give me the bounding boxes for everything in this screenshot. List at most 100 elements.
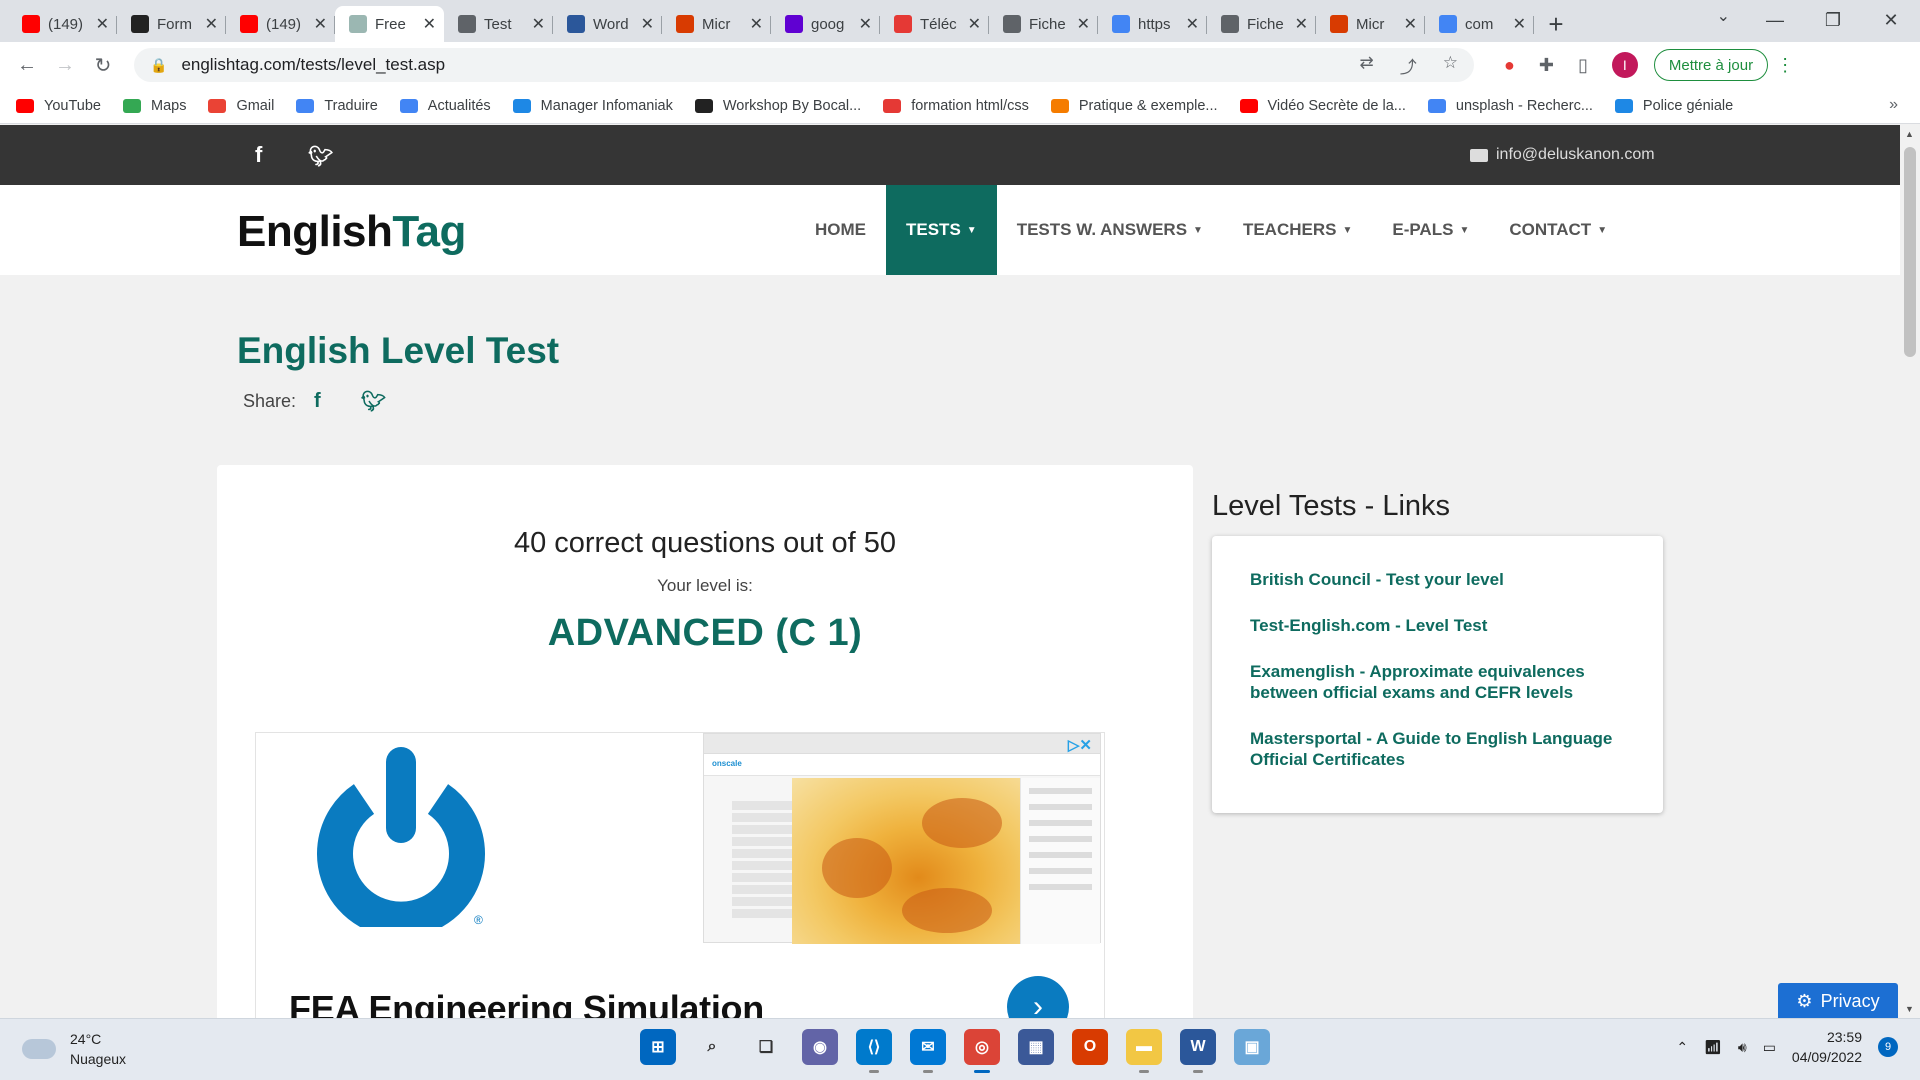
close-tab-icon[interactable]: ✕ (641, 14, 654, 34)
lock-icon[interactable]: 🔒 (150, 57, 167, 74)
close-tab-icon[interactable]: ✕ (532, 14, 545, 34)
facebook-icon[interactable]: f (255, 142, 262, 168)
extensions-puzzle-icon[interactable]: ✚ (1539, 55, 1554, 76)
update-browser-button[interactable]: Mettre à jour (1653, 49, 1769, 81)
bookmark-item[interactable]: Manager Infomaniak (512, 98, 673, 114)
browser-tab[interactable]: Word ✕ (553, 6, 662, 42)
task-view-icon[interactable]: ❏ (748, 1029, 784, 1065)
nav-item-tests[interactable]: TESTS ▼ (886, 185, 997, 275)
advertisement[interactable]: ® onscale ▷✕ FEA Engineering Simulation … (255, 732, 1105, 1018)
close-tab-icon[interactable]: ✕ (1404, 14, 1417, 34)
back-button[interactable]: ← (10, 48, 44, 82)
teams-chat-icon[interactable]: ◉ (802, 1029, 838, 1065)
email-text[interactable]: info@deluskanon.com (1496, 146, 1655, 164)
word-icon[interactable]: W (1180, 1029, 1216, 1073)
chrome-icon[interactable]: ◎ (964, 1029, 1000, 1073)
browser-tab[interactable]: goog ✕ (771, 6, 880, 42)
vscode-icon[interactable]: ⟨⟩ (856, 1029, 892, 1073)
office-icon[interactable]: O (1072, 1029, 1108, 1065)
privacy-button[interactable]: ⚙ Privacy (1778, 983, 1898, 1018)
store-icon[interactable]: ▦ (1018, 1029, 1054, 1065)
bookmark-star-icon[interactable]: ☆ (1443, 53, 1458, 78)
close-tab-icon[interactable]: ✕ (96, 14, 109, 34)
share-icon[interactable]: ⤴ (1400, 53, 1417, 78)
side-panel-icon[interactable]: ▯ (1578, 55, 1588, 76)
close-tab-icon[interactable]: ✕ (1077, 14, 1090, 34)
wifi-icon[interactable]: 📶︎ (1704, 1039, 1722, 1056)
page-scrollbar[interactable]: ▲ ▼ (1900, 125, 1920, 1018)
bookmark-item[interactable]: unsplash - Recherc... (1427, 98, 1593, 114)
nav-item-tests-w-answers[interactable]: TESTS W. ANSWERS ▼ (997, 185, 1223, 275)
bookmark-item[interactable]: Police géniale (1614, 98, 1733, 114)
url-text[interactable]: englishtag.com/tests/level_test.asp (181, 55, 445, 75)
image-viewer-icon[interactable]: ▣ (1234, 1029, 1270, 1065)
scroll-down-icon[interactable]: ▼ (1905, 1004, 1914, 1014)
forward-button[interactable]: → (48, 48, 82, 82)
bookmark-item[interactable]: Vidéo Secrète de la... (1239, 98, 1406, 114)
close-tab-icon[interactable]: ✕ (205, 14, 218, 34)
nav-item-contact[interactable]: CONTACT ▼ (1489, 185, 1627, 275)
translate-icon[interactable]: ⇄ (1360, 53, 1374, 78)
ad-title[interactable]: FEA Engineering Simulation (289, 988, 764, 1018)
browser-tab[interactable]: Test ✕ (444, 6, 553, 42)
close-tab-icon[interactable]: ✕ (1513, 14, 1526, 34)
tab-search-icon[interactable]: ⌄ (1717, 6, 1730, 26)
battery-icon[interactable]: ▭ (1763, 1039, 1776, 1056)
more-bookmarks-icon[interactable]: » (1889, 96, 1898, 114)
address-bar[interactable]: 🔒 englishtag.com/tests/level_test.asp ⇄ … (134, 48, 1474, 82)
close-window-button[interactable]: ✕ (1862, 0, 1920, 40)
bookmark-item[interactable]: YouTube (16, 98, 101, 114)
sidebar-link[interactable]: Examenglish - Approximate equivalences b… (1250, 661, 1627, 703)
close-tab-icon[interactable]: ✕ (750, 14, 763, 34)
close-tab-icon[interactable]: ✕ (859, 14, 872, 34)
browser-tab[interactable]: com ✕ (1425, 6, 1534, 42)
site-logo[interactable]: EnglishTag (237, 207, 466, 257)
notification-badge[interactable]: 9 (1878, 1037, 1898, 1057)
browser-tab[interactable]: Fiche ✕ (989, 6, 1098, 42)
clock[interactable]: 23:59 04/09/2022 (1792, 1027, 1862, 1067)
color-extension-icon[interactable]: ● (1504, 55, 1515, 76)
browser-tab[interactable]: Form ✕ (117, 6, 226, 42)
contact-email[interactable]: info@deluskanon.com (1470, 146, 1655, 164)
close-tab-icon[interactable]: ✕ (968, 14, 981, 34)
bookmark-item[interactable]: Gmail (208, 98, 274, 114)
twitter-icon[interactable]: 🐦︎ (308, 144, 333, 169)
scroll-thumb[interactable] (1904, 147, 1916, 357)
share-facebook-icon[interactable]: f (314, 390, 321, 413)
search-icon[interactable]: ⌕ (694, 1029, 730, 1065)
nav-item-teachers[interactable]: TEACHERS ▼ (1223, 185, 1372, 275)
bookmark-item[interactable]: Actualités (399, 98, 491, 114)
browser-tab[interactable]: https ✕ (1098, 6, 1207, 42)
close-tab-icon[interactable]: ✕ (1186, 14, 1199, 34)
close-tab-icon[interactable]: ✕ (1295, 14, 1308, 34)
minimize-button[interactable]: — (1746, 0, 1804, 40)
windows-start-icon[interactable]: ⊞ (640, 1029, 676, 1065)
file-explorer-icon[interactable]: ▬ (1126, 1029, 1162, 1073)
bookmark-item[interactable]: Traduire (296, 98, 378, 114)
profile-avatar[interactable]: I (1611, 52, 1638, 78)
sidebar-link[interactable]: British Council - Test your level (1250, 569, 1627, 590)
volume-icon[interactable]: 🔊︎ (1738, 1039, 1747, 1056)
chevron-up-icon[interactable]: ⌃ (1676, 1039, 1688, 1056)
new-tab-button[interactable]: + (1538, 6, 1574, 42)
reload-button[interactable]: ↻ (86, 48, 120, 82)
maximize-button[interactable]: ❐ (1804, 0, 1862, 40)
browser-tab[interactable]: Micr ✕ (1316, 6, 1425, 42)
browser-tab[interactable]: (149) ✕ (8, 6, 117, 42)
more-menu-icon[interactable]: ⋮ (1776, 55, 1794, 76)
scroll-up-icon[interactable]: ▲ (1905, 129, 1914, 139)
bookmark-item[interactable]: Workshop By Bocal... (694, 98, 861, 114)
mail-icon[interactable]: ✉ (910, 1029, 946, 1073)
close-tab-icon[interactable]: ✕ (423, 14, 436, 34)
nav-item-e-pals[interactable]: E-PALS ▼ (1372, 185, 1489, 275)
browser-tab[interactable]: Fiche ✕ (1207, 6, 1316, 42)
weather-widget[interactable]: 24°C Nuageux (22, 1031, 126, 1067)
browser-tab[interactable]: Free ✕ (335, 6, 444, 42)
browser-tab[interactable]: (149) ✕ (226, 6, 335, 42)
bookmark-item[interactable]: Pratique & exemple... (1050, 98, 1218, 114)
ad-arrow-button[interactable]: › (1007, 976, 1069, 1018)
share-twitter-icon[interactable]: 🐦︎ (361, 389, 386, 414)
sidebar-link[interactable]: Mastersportal - A Guide to English Langu… (1250, 728, 1627, 770)
bookmark-item[interactable]: formation html/css (883, 98, 1029, 114)
close-tab-icon[interactable]: ✕ (314, 14, 327, 34)
